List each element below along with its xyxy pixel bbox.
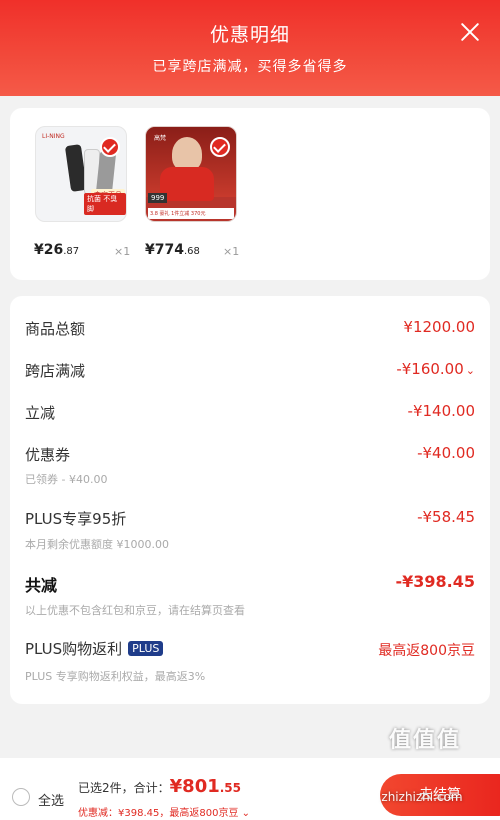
- select-all-label[interactable]: 全选: [38, 790, 64, 809]
- plus-rebate-sub: PLUS 专享购物返利权益，最高返3%: [25, 670, 206, 683]
- sum-label: 共减: [25, 576, 58, 595]
- price-decimal: .87: [63, 246, 80, 257]
- cross-store-value[interactable]: -¥160.00 ⌄: [396, 360, 475, 378]
- order-summary: 已选2件，合计：¥801.55: [78, 776, 241, 797]
- goods-card: LI-NING 李宁正品 抗菌 不臭脚 高梵 999 3.8 豪礼 1件立减 3…: [10, 108, 490, 280]
- brand-logo: 高梵: [154, 135, 167, 142]
- price-main: ¥26: [34, 242, 64, 258]
- product-thumb-socks[interactable]: LI-NING 李宁正品 抗菌 不臭脚: [35, 126, 127, 222]
- product-qty: ×1: [114, 245, 131, 258]
- product-label: 999: [148, 193, 168, 203]
- price-main: ¥774: [145, 242, 184, 258]
- sum-sub: 以上优惠不包含红包和京豆，请在结算页查看: [25, 604, 245, 617]
- page-subtitle: 已享跨店满减，买得多省得多: [152, 59, 348, 75]
- person-image: [172, 137, 202, 171]
- close-icon[interactable]: [460, 22, 480, 42]
- product-label: 抗菌 不臭脚: [84, 193, 126, 215]
- bottom-bar: 全选 已选2件，合计：¥801.55 优惠减：¥398.45，最高返800京豆 …: [0, 758, 500, 820]
- coupon-sub: 已领券 - ¥40.00: [25, 473, 108, 486]
- product-price: ¥774.68: [145, 242, 200, 258]
- watermark-url: zhizhizhi.com: [381, 790, 463, 804]
- checked-icon[interactable]: [100, 137, 120, 157]
- total-label: 商品总额: [25, 320, 86, 338]
- watermark-logo: 值值值: [388, 728, 461, 753]
- cross-store-amount: -¥160.00: [396, 360, 464, 378]
- direct-discount-label: 立减: [25, 404, 56, 422]
- checked-icon[interactable]: [210, 137, 230, 157]
- plus-discount-label: PLUS专享95折: [25, 510, 127, 528]
- discount-detail-card: 商品总额 ¥1200.00 跨店满减 -¥160.00 ⌄ 立减 -¥140.00…: [10, 296, 490, 704]
- sum-value: -¥398.45: [395, 572, 475, 591]
- total-decimal: .55: [219, 781, 242, 795]
- coupon-value: -¥40.00: [417, 444, 475, 462]
- jacket-image: [160, 167, 214, 201]
- product-price: ¥26.87: [34, 242, 79, 258]
- total-main: ¥801: [169, 776, 220, 797]
- chevron-down-icon: ⌄: [465, 364, 475, 377]
- brand-logo: LI-NING: [42, 133, 65, 140]
- plus-discount-sub: 本月剩余优惠额度 ¥1000.00: [25, 538, 169, 551]
- select-all-radio[interactable]: [12, 788, 30, 806]
- order-total: ¥801.55: [170, 776, 241, 797]
- product-thumb-jacket[interactable]: 高梵 999 3.8 豪礼 1件立减 370元: [145, 126, 237, 222]
- product-label: 3.8 豪礼 1件立减 370元: [148, 208, 234, 219]
- plus-badge: PLUS: [128, 641, 164, 656]
- direct-discount-value: -¥140.00: [407, 402, 475, 420]
- price-decimal: .68: [183, 246, 200, 257]
- discount-line[interactable]: 优惠减：¥398.45，最高返800京豆 ⌄: [78, 804, 250, 819]
- total-value: ¥1200.00: [403, 318, 475, 336]
- plus-rebate-text: PLUS购物返利: [25, 640, 123, 658]
- cross-store-label: 跨店满减: [25, 362, 86, 380]
- chevron-down-icon: ⌄: [238, 808, 251, 819]
- header: 优惠明细 已享跨店满减，买得多省得多: [0, 0, 500, 96]
- plus-rebate-value: 最高返800京豆: [378, 643, 475, 659]
- plus-discount-value: -¥58.45: [417, 508, 475, 526]
- plus-rebate-label: PLUS购物返利 PLUS: [25, 638, 164, 659]
- product-qty: ×1: [223, 245, 240, 258]
- summary-prefix: 已选2件，合计：: [78, 781, 170, 795]
- page-title: 优惠明细: [209, 24, 290, 46]
- discount-line-text: 优惠减：¥398.45，最高返800京豆: [78, 808, 239, 819]
- coupon-label: 优惠券: [25, 446, 71, 464]
